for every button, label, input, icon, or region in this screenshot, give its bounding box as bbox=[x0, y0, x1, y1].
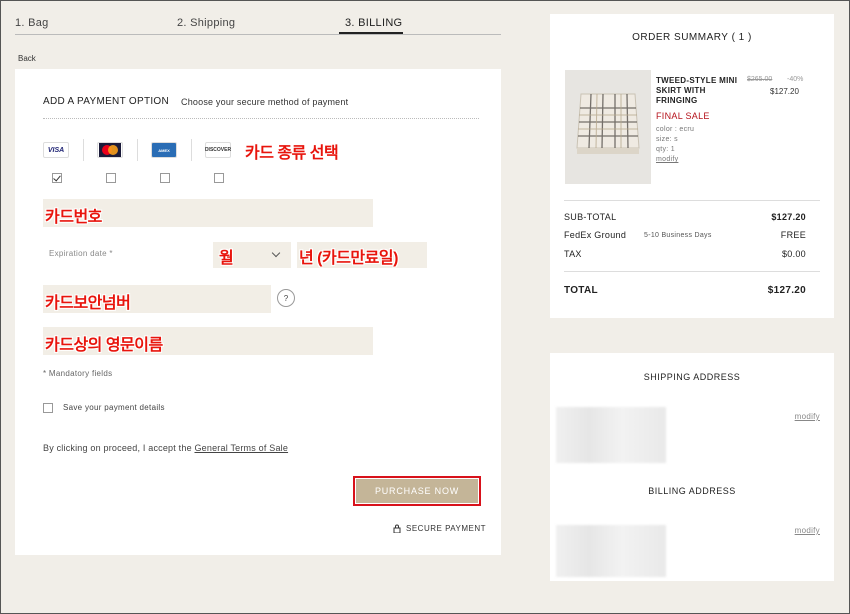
lock-icon bbox=[393, 524, 401, 533]
expiration-label: Expiration date * bbox=[49, 249, 113, 258]
step-bag[interactable]: 1. Bag bbox=[15, 17, 49, 29]
tax-value: $0.00 bbox=[781, 249, 806, 259]
amex-checkbox[interactable] bbox=[160, 173, 170, 183]
mandatory-note: * Mandatory fields bbox=[43, 369, 113, 378]
active-step-indicator bbox=[339, 32, 403, 34]
billing-modify-link[interactable]: modify bbox=[795, 526, 820, 535]
step-billing: 3. BILLING bbox=[345, 17, 403, 29]
terms-text: By clicking on proceed, I accept the Gen… bbox=[43, 443, 288, 453]
shipping-address-redacted bbox=[556, 407, 666, 463]
purchase-button[interactable]: PURCHASE NOW bbox=[356, 479, 478, 503]
total-value: $127.20 bbox=[767, 285, 806, 296]
old-price: $265.00 bbox=[747, 76, 773, 83]
shipping-method-label: FedEx Ground bbox=[564, 230, 627, 240]
shipping-days: 5-10 Business Days bbox=[644, 232, 712, 239]
summary-title: ORDER SUMMARY ( 1 ) bbox=[632, 32, 752, 43]
annotation-cvv: 카드보안넘버 bbox=[45, 295, 131, 312]
final-sale-label: FINAL SALE bbox=[656, 111, 710, 121]
total-label: TOTAL bbox=[564, 285, 598, 296]
divider bbox=[564, 271, 820, 272]
billing-address-title: BILLING ADDRESS bbox=[648, 486, 736, 496]
chevron-down-icon bbox=[271, 248, 281, 258]
subtotal-label: SUB-TOTAL bbox=[564, 212, 617, 222]
back-link[interactable]: Back bbox=[18, 54, 36, 63]
discount-badge: -40% bbox=[787, 76, 804, 83]
product-size: size: s bbox=[656, 136, 678, 143]
billing-address-redacted bbox=[556, 525, 666, 577]
help-icon[interactable]: ? bbox=[277, 289, 295, 307]
mastercard-checkbox[interactable] bbox=[106, 173, 116, 183]
discover-icon[interactable]: DISCOVER bbox=[205, 142, 231, 158]
divider bbox=[83, 139, 84, 161]
divider bbox=[43, 118, 479, 119]
step-shipping[interactable]: 2. Shipping bbox=[177, 17, 235, 29]
subtotal-value: $127.20 bbox=[771, 212, 806, 222]
visa-checkbox[interactable] bbox=[52, 173, 62, 183]
payment-title: ADD A PAYMENT OPTION bbox=[43, 96, 170, 107]
annotation-year: 년 (카드만료일) bbox=[299, 250, 398, 267]
terms-link[interactable]: General Terms of Sale bbox=[194, 443, 288, 453]
product-name[interactable]: TWEED-STYLE MINI SKIRT WITH FRINGING bbox=[656, 76, 740, 106]
shipping-address-title: SHIPPING ADDRESS bbox=[643, 372, 741, 382]
annotation-month: 월 bbox=[219, 250, 234, 267]
checkout-steps: 1. Bag 2. Shipping 3. BILLING bbox=[15, 15, 501, 35]
discover-checkbox[interactable] bbox=[214, 173, 224, 183]
mastercard-icon[interactable] bbox=[97, 142, 123, 158]
divider bbox=[137, 139, 138, 161]
visa-icon[interactable]: VISA bbox=[43, 142, 69, 158]
product-qty: qty: 1 bbox=[656, 146, 675, 153]
terms-prefix: By clicking on proceed, I accept the bbox=[43, 443, 192, 453]
annotation-card-number: 카드번호 bbox=[45, 209, 102, 226]
payment-card: ADD A PAYMENT OPTION Choose your secure … bbox=[15, 69, 501, 555]
address-card: SHIPPING ADDRESS modify BILLING ADDRESS … bbox=[550, 353, 834, 581]
annotation-name: 카드상의 영문이름 bbox=[45, 337, 163, 354]
save-details-label: Save your payment details bbox=[63, 403, 165, 412]
product-modify-link[interactable]: modify bbox=[656, 156, 678, 163]
secure-payment-label: SECURE PAYMENT bbox=[406, 524, 487, 533]
tax-label: TAX bbox=[564, 249, 582, 259]
product-image bbox=[565, 70, 651, 184]
product-color: color : ecru bbox=[656, 126, 695, 133]
annotation-card-type: 카드 종류 선택 bbox=[245, 145, 339, 162]
divider bbox=[191, 139, 192, 161]
product-price: $127.20 bbox=[770, 87, 799, 96]
shipping-value: FREE bbox=[780, 230, 806, 240]
payment-subtitle: Choose your secure method of payment bbox=[181, 97, 349, 107]
shipping-modify-link[interactable]: modify bbox=[795, 412, 820, 421]
amex-icon[interactable]: AMEX bbox=[151, 142, 177, 158]
divider bbox=[564, 200, 820, 201]
order-summary-card: ORDER SUMMARY ( 1 ) TWEED-STYLE MINI SKI… bbox=[550, 14, 834, 318]
save-details-checkbox[interactable] bbox=[43, 403, 53, 413]
